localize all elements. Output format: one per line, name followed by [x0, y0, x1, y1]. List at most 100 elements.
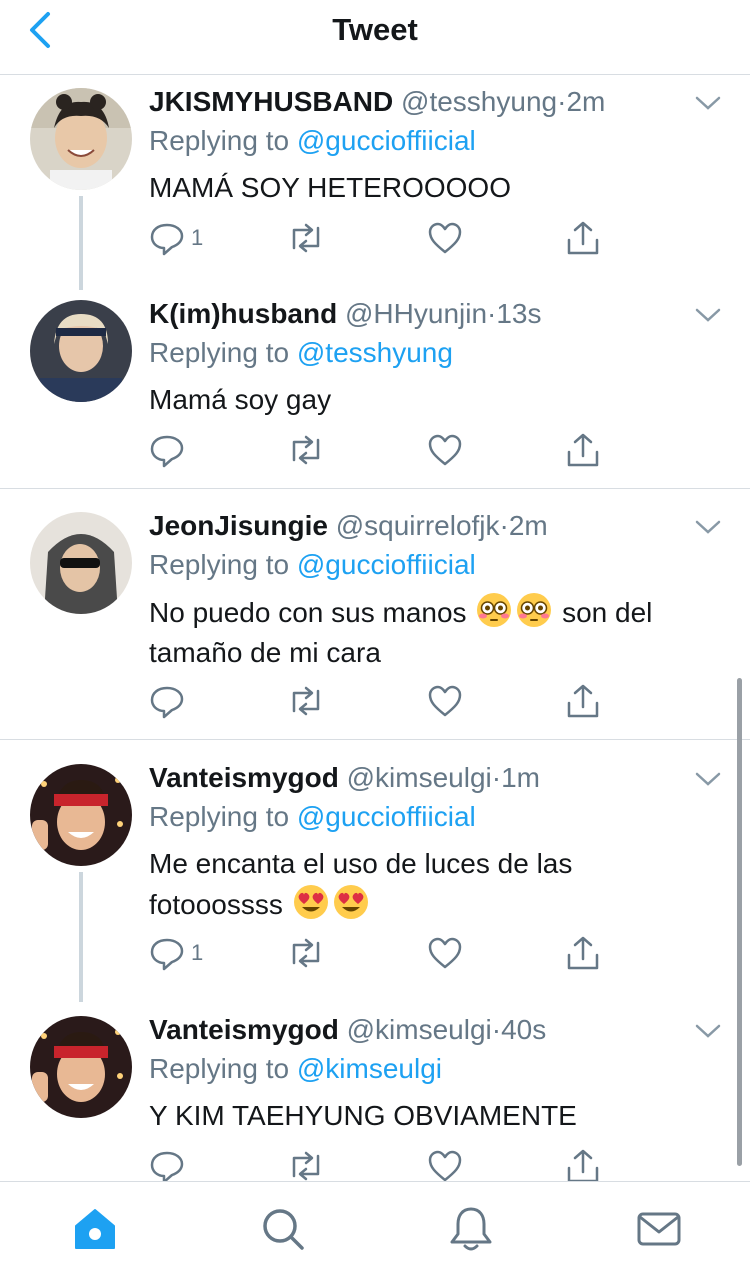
separator-dot: · [487, 298, 497, 329]
reply-button[interactable] [149, 683, 219, 723]
tweet-header: Vanteismygod @kimseulgi·1m [149, 761, 540, 795]
share-icon [567, 433, 599, 467]
tweet-menu-button[interactable] [694, 1021, 722, 1041]
chevron-down-icon [695, 772, 721, 786]
retweet-button[interactable] [287, 220, 327, 260]
heart-eyes-face-icon [293, 885, 328, 919]
avatar[interactable] [30, 512, 132, 614]
tweet-item[interactable]: K(im)husband @HHyunjin·13s Replying to @… [0, 287, 750, 488]
reply-mention-link[interactable]: @guccioffiicial [297, 801, 476, 832]
retweet-icon [292, 686, 320, 716]
tweet-menu-button[interactable] [694, 517, 722, 537]
chevron-down-icon [695, 308, 721, 322]
scrollbar[interactable] [737, 678, 742, 1166]
separator-dot: · [491, 1014, 502, 1045]
display-name[interactable]: K(im)husband [149, 298, 337, 329]
reply-icon [150, 435, 184, 468]
replying-to: Replying to @guccioffiicial [149, 800, 476, 834]
messages-icon [637, 1212, 681, 1246]
tweet-text-line: Me encanta el uso de luces de las [149, 848, 573, 879]
share-icon [567, 1149, 599, 1181]
timestamp: 13s [496, 298, 542, 329]
flushed-face-icon [477, 593, 512, 627]
chevron-down-icon [695, 520, 721, 534]
reply-button[interactable] [149, 432, 219, 472]
heart-icon [428, 937, 462, 969]
share-button[interactable] [565, 432, 605, 472]
tab-messages[interactable] [634, 1204, 684, 1254]
reply-mention-link[interactable]: @tesshyung [297, 337, 453, 368]
tweet-menu-button[interactable] [694, 769, 722, 789]
display-name[interactable]: JKISMYHUSBAND [149, 86, 393, 117]
display-name[interactable]: JeonJisungie [149, 510, 328, 541]
reply-mention-link[interactable]: @kimseulgi [297, 1053, 442, 1084]
reply-button[interactable]: 1 [149, 220, 219, 260]
tweet-text: MAMÁ SOY HETEROOOOO [149, 172, 511, 203]
retweet-button[interactable] [287, 1148, 327, 1181]
heart-icon [428, 685, 462, 717]
share-button[interactable] [565, 220, 605, 260]
tweet-text-line: fotooossss [149, 889, 283, 920]
retweet-icon [292, 1151, 320, 1181]
separator-dot: · [499, 510, 509, 541]
tweet-text: No puedo con sus manos son del tamaño de… [149, 592, 709, 673]
tweet-header: Vanteismygod @kimseulgi·40s [149, 1013, 546, 1047]
share-button[interactable] [565, 1148, 605, 1181]
user-handle[interactable]: @kimseulgi [347, 762, 492, 793]
tweet-item[interactable]: Vanteismygod @kimseulgi·1m Replying to @… [0, 751, 750, 1002]
display-name[interactable]: Vanteismygod [149, 1014, 339, 1045]
tweet-item[interactable]: Vanteismygod @kimseulgi·40s Replying to … [0, 1003, 750, 1181]
timestamp: 1m [501, 762, 540, 793]
like-button[interactable] [427, 935, 467, 975]
tweet-actions [149, 432, 609, 472]
tab-search[interactable] [258, 1204, 308, 1254]
like-button[interactable] [427, 1148, 467, 1181]
user-handle[interactable]: @squirrelofjk [336, 510, 500, 541]
notifications-icon [450, 1207, 492, 1251]
tweet-actions: 1 [149, 220, 609, 260]
user-handle[interactable]: @kimseulgi [347, 1014, 492, 1045]
search-icon [263, 1209, 304, 1250]
timestamp: 40s [501, 1014, 547, 1045]
like-button[interactable] [427, 220, 467, 260]
reply-mention-link[interactable]: @guccioffiicial [297, 125, 476, 156]
replying-label: Replying to [149, 549, 290, 580]
like-button[interactable] [427, 683, 467, 723]
tab-notifications[interactable] [446, 1204, 496, 1254]
avatar[interactable] [30, 300, 132, 402]
like-button[interactable] [427, 432, 467, 472]
tab-home[interactable] [70, 1204, 120, 1254]
divider [0, 488, 750, 489]
tweet-text-line: tamaño de mi cara [149, 637, 381, 668]
avatar[interactable] [30, 1016, 132, 1118]
reply-button[interactable]: 1 [149, 935, 219, 975]
heart-eyes-face-icon [333, 885, 368, 919]
reply-button[interactable] [149, 1148, 219, 1181]
share-button[interactable] [565, 935, 605, 975]
tweet-text-part: son del [562, 597, 653, 628]
heart-icon [428, 222, 462, 254]
reply-mention-link[interactable]: @guccioffiicial [297, 549, 476, 580]
thread-line [79, 196, 83, 290]
replying-to: Replying to @tesshyung [149, 336, 453, 370]
tweet-header: JeonJisungie @squirrelofjk·2m [149, 509, 548, 543]
replying-label: Replying to [149, 337, 290, 368]
display-name[interactable]: Vanteismygod [149, 762, 339, 793]
retweet-button[interactable] [287, 432, 327, 472]
chevron-down-icon [695, 1024, 721, 1038]
retweet-button[interactable] [287, 683, 327, 723]
avatar[interactable] [30, 88, 132, 190]
tweet-item[interactable]: JeonJisungie @squirrelofjk·2m Replying t… [0, 499, 750, 739]
divider [0, 739, 750, 740]
tweet-menu-button[interactable] [694, 93, 722, 113]
tweet-item[interactable]: JKISMYHUSBAND @tesshyung·2m Replying to … [0, 75, 750, 290]
user-handle[interactable]: @tesshyung [401, 86, 557, 117]
replying-to: Replying to @kimseulgi [149, 1052, 442, 1086]
avatar[interactable] [30, 764, 132, 866]
retweet-button[interactable] [287, 935, 327, 975]
tweet-menu-button[interactable] [694, 305, 722, 325]
bottom-tab-bar [0, 1181, 750, 1281]
share-button[interactable] [565, 683, 605, 723]
user-handle[interactable]: @HHyunjin [345, 298, 487, 329]
retweet-icon [292, 223, 320, 253]
